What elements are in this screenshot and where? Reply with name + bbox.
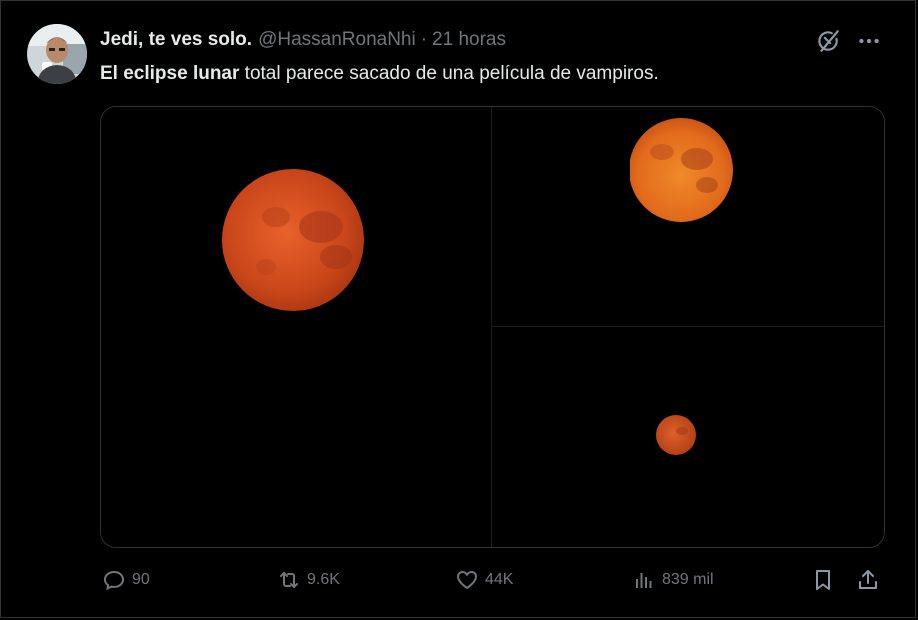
share-icon <box>859 570 877 589</box>
like-button[interactable]: 44K <box>455 566 513 594</box>
media-image-3[interactable] <box>492 327 884 547</box>
tweet-text: El eclipse lunar total parece sacado de … <box>100 62 880 86</box>
bookmark-button[interactable] <box>811 566 835 594</box>
tweet-text-bold: El eclipse lunar <box>100 63 240 84</box>
retweet-icon <box>280 572 298 588</box>
avatar[interactable] <box>27 24 87 84</box>
display-name[interactable]: Jedi, te ves solo. <box>100 29 252 51</box>
share-button[interactable] <box>856 566 880 594</box>
view-count: 839 mil <box>662 571 714 588</box>
avatar-image <box>27 24 87 84</box>
reply-count: 90 <box>132 571 150 588</box>
blood-moon-medium <box>630 118 733 222</box>
media-grid <box>100 106 885 548</box>
tweet-header: Jedi, te ves solo. @HassanRonaNhi · 21 h… <box>100 28 506 52</box>
timestamp[interactable]: 21 horas <box>432 29 506 51</box>
reply-icon <box>103 570 125 591</box>
tweet-text-rest: total parece sacado de una película de v… <box>239 63 659 84</box>
views-icon <box>636 573 652 588</box>
retweet-count: 9.6K <box>307 571 340 588</box>
blood-moon-small <box>656 415 696 455</box>
retweet-button[interactable]: 9.6K <box>277 566 340 594</box>
separator-dot: · <box>420 29 428 50</box>
media-image-1[interactable] <box>101 107 491 547</box>
reply-button[interactable]: 90 <box>102 566 150 594</box>
media-image-2[interactable] <box>492 107 884 326</box>
user-handle[interactable]: @HassanRonaNhi <box>258 29 416 51</box>
bookmark-icon <box>816 570 830 590</box>
blood-moon-large <box>222 169 364 311</box>
views-button[interactable]: 839 mil <box>632 566 714 594</box>
like-count: 44K <box>485 571 514 588</box>
more-icon[interactable] <box>856 28 882 54</box>
heart-icon <box>457 571 477 589</box>
grok-icon[interactable] <box>815 28 841 54</box>
action-bar: 90 9.6K 44K 839 mil <box>100 566 884 594</box>
